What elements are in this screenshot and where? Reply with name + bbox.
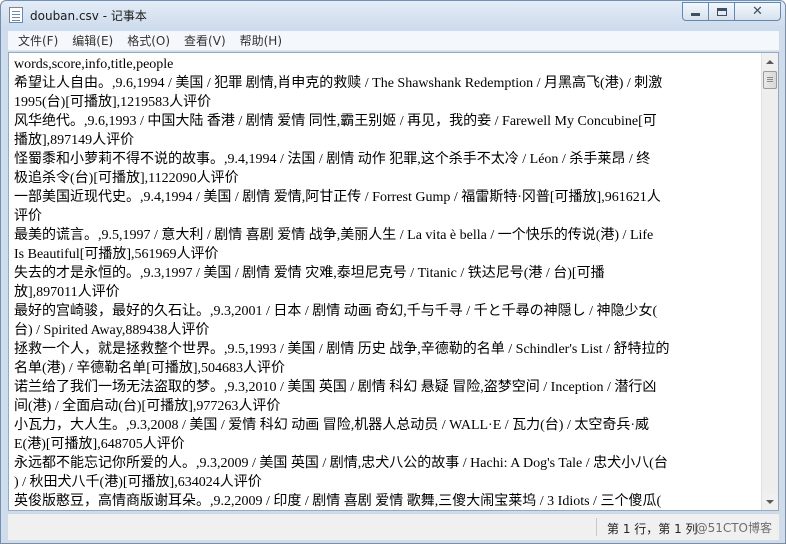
text-line: 永远都不能忘记你所爱的人。,9.3,2009 / 美国 英国 / 剧情,忠犬八公… [14,456,668,471]
scroll-down-button[interactable] [762,493,778,510]
menu-file[interactable]: 文件(F) [11,31,65,51]
text-line: 评价 [14,209,42,224]
text-line: 播放],897149人评价 [14,133,135,148]
maximize-button[interactable] [708,2,735,21]
menu-edit[interactable]: 编辑(E) [65,31,120,51]
text-line: 怪蜀黍和小萝莉不得不说的故事。,9.4,1994 / 法国 / 剧情 动作 犯罪… [14,152,651,167]
text-line: 间(港) / 全面启动(台)[可播放],977263人评价 [14,399,281,414]
close-icon: ✕ [752,4,763,19]
menu-view[interactable]: 查看(V) [177,31,233,51]
minimize-icon [691,13,700,16]
text-line: 最美的谎言。,9.5,1997 / 意大利 / 剧情 喜剧 爱情 战争,美丽人生… [14,228,654,243]
arrow-down-icon [766,499,774,504]
text-line: 英俊版憨豆，高情商版谢耳朵。,9.2,2009 / 印度 / 剧情 喜剧 爱情 … [14,494,662,509]
minimize-button[interactable] [682,2,709,21]
text-line: 台) / Spirited Away,889438人评价 [14,323,210,338]
vertical-scrollbar[interactable] [761,53,778,510]
close-button[interactable]: ✕ [734,2,781,21]
text-line: words,score,info,title,people [14,57,174,72]
text-line: 诺兰给了我们一场无法盗取的梦。,9.3,2010 / 美国 英国 / 剧情 科幻… [14,380,657,395]
maximize-icon [716,7,727,16]
text-line: Is Beautiful[可播放],561969人评价 [14,247,219,262]
text-line: 极追杀令(台)[可播放],1122090人评价 [14,171,239,186]
scroll-thumb[interactable] [763,71,777,89]
text-line: 风华绝代。,9.6,1993 / 中国大陆 香港 / 剧情 爱情 同性,霸王别姬… [14,114,657,129]
title-bar[interactable]: douban.csv - 记事本 ✕ [1,1,785,29]
window-title: douban.csv - 记事本 [30,9,147,23]
status-bar: 第 1 行，第 1 列 @51CTO博客 [8,513,779,540]
notepad-window: douban.csv - 记事本 ✕ 文件(F) 编辑(E) 格式(O) 查看(… [0,0,786,544]
watermark: @51CTO博客 [695,521,772,535]
text-line: 一部美国近现代史。,9.4,1994 / 美国 / 剧情 爱情,阿甘正传 / F… [14,190,661,205]
text-editor[interactable]: words,score,info,title,people 希望让人自由。,9.… [8,52,779,511]
text-line: 1995(台)[可播放],1219583人评价 [14,95,212,110]
arrow-up-icon [766,59,774,64]
scroll-up-button[interactable] [762,53,778,70]
text-line: E(港)[可播放],648705人评价 [14,437,185,452]
menu-help[interactable]: 帮助(H) [233,31,289,51]
text-line: 名单(港) / 辛德勒名单[可播放],504683人评价 [14,361,286,376]
text-line: 拯救一个人，就是拯救整个世界。,9.5,1993 / 美国 / 剧情 历史 战争… [14,342,670,357]
text-content[interactable]: words,score,info,title,people 希望让人自由。,9.… [14,55,759,510]
text-line: 小瓦力，大人生。,9.3,2008 / 美国 / 爱情 科幻 动画 冒险,机器人… [14,418,650,433]
text-line: 失去的才是永恒的。,9.3,1997 / 美国 / 剧情 爱情 灾难,泰坦尼克号… [14,266,605,281]
menu-bar: 文件(F) 编辑(E) 格式(O) 查看(V) 帮助(H) [8,31,779,51]
text-line: 希望让人自由。,9.6,1994 / 美国 / 犯罪 剧情,肖申克的救赎 / T… [14,76,663,91]
menu-format[interactable]: 格式(O) [120,31,177,51]
notepad-icon[interactable] [9,7,23,23]
text-line: ) / 秋田犬八千(港)[可播放],634024人评价 [14,475,262,490]
status-divider [596,518,597,536]
text-line: 最好的宫崎骏，最好的久石让。,9.3,2001 / 日本 / 剧情 动画 奇幻,… [14,304,658,319]
cursor-position: 第 1 行，第 1 列 [607,522,698,536]
caption-buttons: ✕ [682,2,781,22]
text-line: 放],897011人评价 [14,285,120,300]
